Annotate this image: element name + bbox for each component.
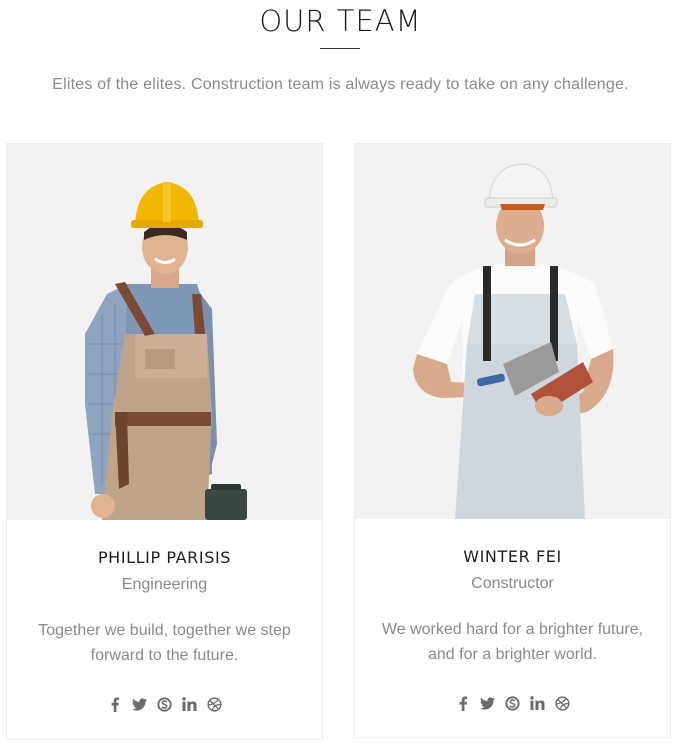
team-member-role: Engineering <box>121 576 208 593</box>
social-links <box>355 695 670 711</box>
team-member-name: WINTER FEI <box>463 547 562 566</box>
team-member-card: PHILLIP PARISIS Engineering Together we … <box>6 143 323 740</box>
section-title: OUR TEAM <box>259 4 422 38</box>
team-member-photo <box>355 144 670 519</box>
section-subtitle: Elites of the elites. Construction team … <box>52 76 629 93</box>
dribbble-icon[interactable] <box>555 695 571 711</box>
skype-icon[interactable] <box>157 696 173 712</box>
team-member-bio: We worked hard for a brighter future, an… <box>381 621 644 663</box>
team-member-card: WINTER FEI Constructor We worked hard fo… <box>354 143 671 738</box>
twitter-icon[interactable] <box>480 695 496 711</box>
social-links <box>7 696 322 712</box>
team-member-bio: Together we build, together we step forw… <box>38 622 291 664</box>
dribbble-icon[interactable] <box>207 696 223 712</box>
facebook-icon[interactable] <box>107 696 123 712</box>
facebook-icon[interactable] <box>455 695 471 711</box>
team-member-name: PHILLIP PARISIS <box>97 548 232 567</box>
title-divider <box>320 48 360 49</box>
team-member-role: Constructor <box>471 575 554 592</box>
twitter-icon[interactable] <box>132 696 148 712</box>
linkedin-icon[interactable] <box>182 696 198 712</box>
skype-icon[interactable] <box>505 695 521 711</box>
team-member-photo <box>7 144 322 520</box>
linkedin-icon[interactable] <box>530 695 546 711</box>
